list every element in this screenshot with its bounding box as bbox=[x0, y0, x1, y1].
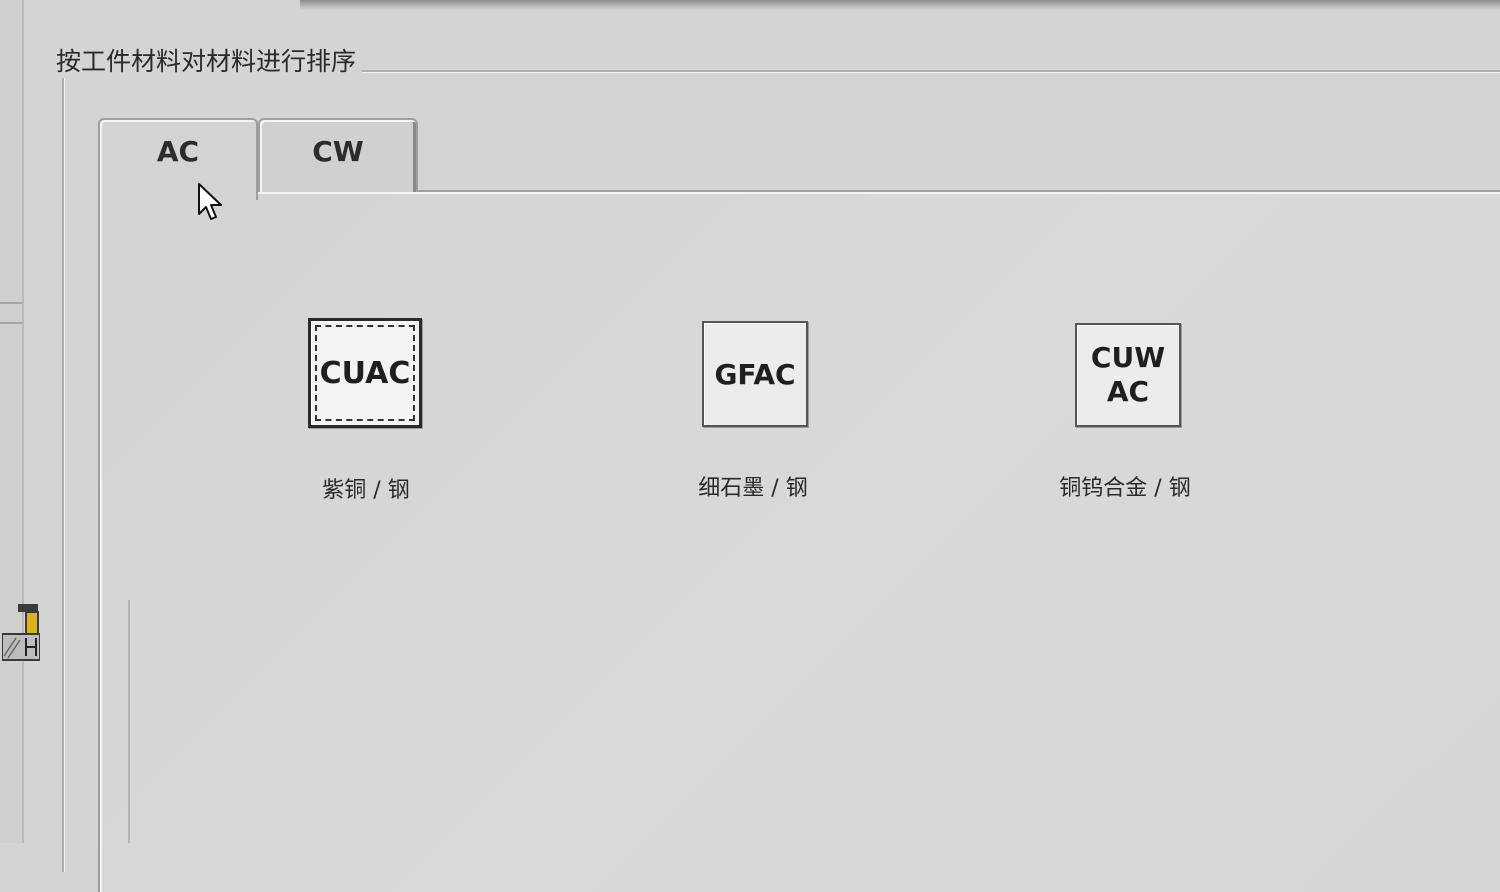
window-left-edge bbox=[0, 0, 24, 843]
tool-holder-icon[interactable] bbox=[2, 604, 40, 662]
divider bbox=[0, 302, 22, 304]
tab-panel-ac bbox=[98, 190, 1500, 892]
material-button-cuwac[interactable]: CUW AC bbox=[1075, 323, 1181, 427]
groupbox-title: 按工件材料对材料进行排序 bbox=[54, 46, 363, 78]
material-button-label-line1: CUW bbox=[1090, 341, 1166, 374]
material-caption-gfac: 细石墨 / 钢 bbox=[698, 476, 808, 501]
divider bbox=[128, 600, 130, 843]
material-button-gfac[interactable]: GFAC bbox=[702, 321, 808, 427]
window-top-edge bbox=[300, 0, 1500, 10]
tab-cw[interactable]: CW bbox=[258, 118, 418, 192]
material-caption-cuac: 紫铜 / 钢 bbox=[322, 478, 410, 503]
mouse-pointer-icon bbox=[198, 183, 222, 220]
tab-ac[interactable]: AC bbox=[98, 118, 258, 200]
material-caption-cuwac: 铜钨合金 / 钢 bbox=[1059, 476, 1191, 501]
material-button-label-line2: AC bbox=[1106, 375, 1150, 408]
divider bbox=[0, 322, 22, 324]
material-button-label: CUAC bbox=[319, 355, 411, 391]
material-button-label: GFAC bbox=[714, 357, 796, 391]
material-button-cuac[interactable]: CUAC bbox=[308, 318, 422, 428]
